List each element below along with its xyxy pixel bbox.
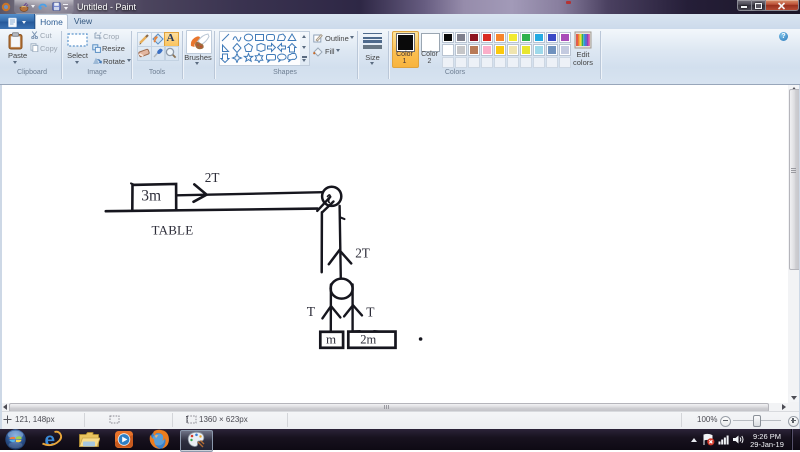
svg-text:2T: 2T [205, 170, 220, 185]
svg-text:2m: 2m [360, 333, 376, 347]
svg-text:T: T [307, 304, 316, 319]
svg-text:2T: 2T [355, 246, 370, 261]
svg-text:m: m [326, 331, 336, 346]
svg-text:T: T [366, 305, 375, 320]
svg-text:3m: 3m [141, 188, 161, 205]
svg-text:e: e [45, 430, 56, 450]
svg-text:TABLE: TABLE [152, 223, 194, 238]
